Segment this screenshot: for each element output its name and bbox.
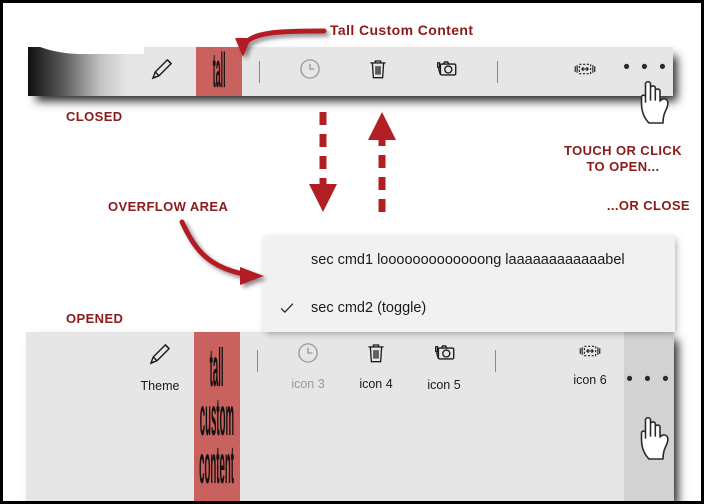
clock-icon [295,340,321,371]
camera-icon [433,56,460,88]
overflow-menu: sec cmd1 looooooooooooong laaaaaaaaaaaab… [263,236,675,332]
toolbar-button-theme[interactable] [128,47,196,96]
clock-icon [297,56,323,87]
closed-toolbar-items: tall • • • [128,47,673,96]
custom-tall-content-closed[interactable]: tall [196,47,242,96]
toolbar-separator-1 [242,47,276,96]
overflow-menu-item-label: sec cmd2 (toggle) [311,300,427,316]
label-overflow-area: OVERFLOW AREA [108,199,229,214]
label-opened: OPENED [66,311,124,326]
opened-toolbar: Theme tall custom content icon 3 icon 4 … [26,332,674,502]
label-touch-or-click: TOUCH OR CLICK TO OPEN... [563,143,683,174]
custom-tall-content-opened[interactable]: tall custom content [194,332,240,502]
hand-cursor-opened [636,412,682,467]
overflow-ellipsis-icon: • • • [626,369,672,390]
custom-content-word-1: tall [212,47,226,96]
arrow-open-down [309,112,337,212]
resize-icon [570,58,600,85]
pencil-icon [146,340,174,373]
toolbar-button-label: icon 6 [573,373,607,387]
hand-cursor-closed [636,76,682,131]
toolbar-button-label: icon 4 [359,377,393,391]
label-closed: CLOSED [66,109,123,124]
toolbar-button-theme-opened[interactable]: Theme [126,332,194,393]
label-or-close: ...OR CLOSE [606,198,690,213]
custom-content-word-3: content [199,433,235,495]
toolbar-button-label: icon 5 [427,378,461,392]
toolbar-button-label: icon 3 [291,377,325,391]
toolbar-button-icon-6-opened[interactable]: icon 6 [556,332,624,387]
closed-toolbar: tall • • • [28,47,673,96]
toolbar-separator-1-opened [240,332,274,372]
checkmark-icon [263,299,311,317]
opened-toolbar-items: Theme tall custom content icon 3 icon 4 … [26,332,674,502]
label-tall-custom-content: Tall Custom Content [330,22,474,38]
trash-icon [363,340,389,371]
toolbar-button-icon-3[interactable] [276,47,344,96]
toolbar-button-icon-6[interactable] [551,47,619,96]
toolbar-button-icon-4-opened[interactable]: icon 4 [342,332,410,391]
toolbar-button-icon-3-opened[interactable]: icon 3 [274,332,342,391]
overflow-menu-item-1[interactable]: sec cmd1 looooooooooooong laaaaaaaaaaaab… [263,236,675,284]
camera-icon [431,340,458,372]
toolbar-button-icon-4[interactable] [344,47,412,96]
toolbar-button-label: Theme [140,379,180,393]
arrow-overflow-area [179,219,264,285]
toolbar-button-icon-5[interactable] [412,47,480,96]
toolbar-separator-2 [480,47,514,96]
overflow-menu-item-label: sec cmd1 looooooooooooong laaaaaaaaaaaab… [311,252,625,268]
toolbar-button-icon-5-opened[interactable]: icon 5 [410,332,478,392]
pencil-icon [148,55,176,88]
resize-icon [575,340,605,367]
overflow-menu-item-2[interactable]: sec cmd2 (toggle) [263,284,675,332]
trash-icon [365,56,391,87]
arrow-close-up [368,112,396,212]
toolbar-separator-2-opened [478,332,512,372]
